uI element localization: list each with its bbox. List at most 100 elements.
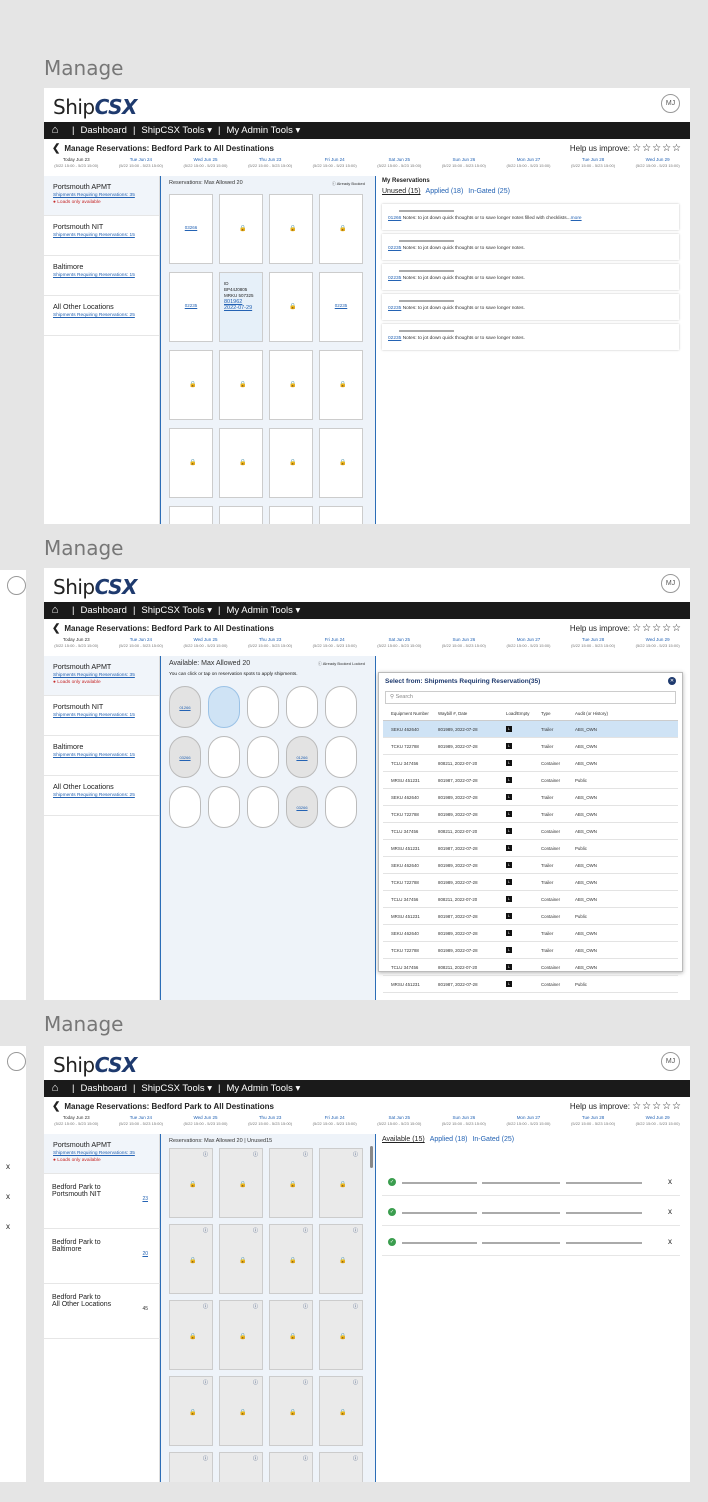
date-tab[interactable]: Wed Jun 25 (5/22 15:00 - 5/23 15:00) bbox=[173, 637, 238, 653]
nav-dashboard[interactable]: Dashboard bbox=[80, 122, 126, 139]
close-icon[interactable]: x bbox=[668, 1207, 672, 1216]
spot[interactable] bbox=[208, 786, 240, 828]
date-tab[interactable]: Wed Jun 25 (5/22 15:00 - 5/23 15:00) bbox=[173, 1115, 238, 1131]
close-icon[interactable]: x bbox=[6, 1192, 10, 1201]
reservation-slot[interactable]: ⓘ🔒 bbox=[169, 1452, 213, 1482]
reservation-slot[interactable]: 🔒 bbox=[319, 350, 363, 420]
location-item[interactable]: Portsmouth APMT Shipments Requiring Reser… bbox=[44, 656, 159, 696]
route-item[interactable]: Bedford Park to Portsmouth NIT 23 bbox=[44, 1174, 160, 1229]
star-rating[interactable]: ☆☆☆☆☆ bbox=[632, 143, 682, 154]
avatar[interactable]: MJ bbox=[661, 94, 680, 113]
home-icon[interactable]: ⌂ bbox=[44, 1080, 66, 1097]
avatar[interactable]: MJ bbox=[661, 1052, 680, 1071]
location-item[interactable]: Portsmouth NIT Shipments Requiring Reserv… bbox=[44, 696, 159, 736]
table-row[interactable]: TCLU 347456 808211, 2022-07-20 L Container A… bbox=[383, 755, 678, 772]
reservation-slot[interactable] bbox=[219, 506, 263, 524]
date-tab[interactable]: Sun Jun 26 (5/22 15:00 - 5/23 15:00) bbox=[432, 1115, 497, 1131]
available-row[interactable]: ✓ x bbox=[382, 1228, 680, 1256]
nav-shipcsx-tools[interactable]: ShipCSX Tools ▾ bbox=[141, 1080, 212, 1097]
date-tab[interactable]: Wed Jun 29 (5/22 15:00 - 5/23 15:00) bbox=[625, 1115, 690, 1131]
date-tab[interactable]: Mon Jun 27 (5/22 15:00 - 5/23 15:00) bbox=[496, 157, 561, 173]
date-tab[interactable]: Mon Jun 27 (5/22 15:00 - 5/23 15:00) bbox=[496, 637, 561, 653]
reservation-slot[interactable]: 🔒 bbox=[269, 350, 313, 420]
spot[interactable]: 03266 bbox=[286, 786, 318, 828]
tab-available[interactable]: Available (15) bbox=[382, 1136, 425, 1143]
table-row[interactable]: TCKU 722788 801989, 2022-07-28 L Trailer ABS… bbox=[383, 806, 678, 823]
reservation-slot[interactable]: 🔒 bbox=[319, 428, 363, 498]
shipcsx-logo[interactable]: ShipCSX bbox=[53, 1053, 137, 1077]
reservation-slot[interactable]: ⓘ🔒 bbox=[169, 1300, 213, 1370]
reservation-slot[interactable]: 03266 bbox=[169, 194, 213, 264]
table-row[interactable]: TCKU 722788 801989, 2022-07-28 L Trailer ABS… bbox=[383, 942, 678, 959]
tab-in-gated[interactable]: In-Gated (25) bbox=[472, 1136, 514, 1143]
avatar[interactable]: MJ bbox=[661, 574, 680, 593]
reservation-slot[interactable]: 02235 bbox=[169, 272, 213, 342]
date-tab[interactable]: Fri Jun 24 (5/22 15:00 - 5/23 15:00) bbox=[302, 1115, 367, 1131]
date-tab[interactable]: Tue Jun 28 (5/22 15:00 - 5/23 15:00) bbox=[561, 157, 626, 173]
star-rating[interactable]: ☆☆☆☆☆ bbox=[632, 623, 682, 634]
table-row[interactable]: TCLU 347456 808211, 2022-07-20 L Container A… bbox=[383, 891, 678, 908]
table-row[interactable]: MRSU 451231 801987, 2022-07-28 L Container P… bbox=[383, 772, 678, 789]
reservation-slot[interactable]: ⓘ🔒 bbox=[219, 1224, 263, 1294]
table-row[interactable]: TCLU 347456 808211, 2022-07-20 L Container A… bbox=[383, 959, 678, 976]
reservation-slot[interactable]: 🔒 bbox=[269, 428, 313, 498]
home-icon[interactable]: ⌂ bbox=[44, 602, 66, 619]
reservation-slot[interactable]: 🔒 bbox=[219, 350, 263, 420]
spot[interactable]: 01266 bbox=[169, 686, 201, 728]
table-row[interactable]: MRSU 451231 801987, 2022-07-28 L Container P… bbox=[383, 976, 678, 993]
table-row[interactable]: SEKU 462640 801989, 2022-07-28 L Trailer ABS… bbox=[383, 925, 678, 942]
table-row[interactable]: MRSU 451231 801987, 2022-07-28 L Container P… bbox=[383, 840, 678, 857]
tab-applied[interactable]: Applied (18) bbox=[426, 188, 464, 195]
date-tab[interactable]: Tue Jun 28 (5/22 15:00 - 5/23 15:00) bbox=[561, 637, 626, 653]
reservation-slot[interactable]: ⓘ🔒 bbox=[219, 1376, 263, 1446]
note-card[interactable]: 02235 Notes: to jot down quick thoughts … bbox=[382, 324, 679, 350]
reservation-slot[interactable] bbox=[269, 506, 313, 524]
spot[interactable] bbox=[325, 736, 357, 778]
reservation-slot[interactable]: ⓘ🔒 bbox=[319, 1452, 363, 1482]
reservation-slot[interactable] bbox=[319, 506, 363, 524]
location-item[interactable]: Portsmouth APMT Shipments Requiring Reser… bbox=[44, 1134, 159, 1174]
location-item[interactable]: Baltimore Shipments Requiring Reservation… bbox=[44, 736, 159, 776]
close-icon[interactable]: x bbox=[6, 1162, 10, 1171]
date-tab[interactable]: Fri Jun 24 (5/22 15:00 - 5/23 15:00) bbox=[302, 157, 367, 173]
reservation-slot[interactable]: ⓘ🔒 bbox=[269, 1376, 313, 1446]
date-tab[interactable]: Thu Jun 23 (5/22 15:00 - 5/23 15:00) bbox=[238, 637, 303, 653]
close-icon[interactable]: x bbox=[668, 1177, 672, 1186]
date-tab[interactable]: Tue Jun 28 (5/22 15:00 - 5/23 15:00) bbox=[561, 1115, 626, 1131]
reservation-slot[interactable]: ⓘ🔒 bbox=[169, 1376, 213, 1446]
location-item[interactable]: Baltimore Shipments Requiring Reservation… bbox=[44, 256, 159, 296]
date-tab[interactable]: Wed Jun 25 (5/22 15:00 - 5/23 15:00) bbox=[173, 157, 238, 173]
reservation-slot[interactable]: 02235 bbox=[319, 272, 363, 342]
table-row[interactable]: TCKU 722788 801989, 2022-07-28 L Trailer ABS… bbox=[383, 738, 678, 755]
search-input[interactable]: ⚲ Search bbox=[385, 691, 676, 704]
nav-dashboard[interactable]: Dashboard bbox=[80, 602, 126, 619]
date-tab[interactable]: Tue Jun 24 (5/22 15:00 - 5/23 15:00) bbox=[109, 637, 174, 653]
reservation-slot[interactable]: ⓘ🔒 bbox=[219, 1148, 263, 1218]
reservation-slot[interactable]: ⓘ🔒 bbox=[269, 1300, 313, 1370]
date-tab[interactable]: Fri Jun 24 (5/22 15:00 - 5/23 15:00) bbox=[302, 637, 367, 653]
date-tab[interactable]: Tue Jun 24 (5/22 15:00 - 5/23 15:00) bbox=[109, 1115, 174, 1131]
date-tab[interactable]: Today Jun 23 (5/22 15:00 - 5/23 15:00) bbox=[44, 157, 109, 173]
tab-applied[interactable]: Applied (18) bbox=[430, 1136, 468, 1143]
reservation-slot[interactable]: ⓘ🔒 bbox=[169, 1148, 213, 1218]
spot-selected[interactable] bbox=[208, 686, 240, 728]
nav-dashboard[interactable]: Dashboard bbox=[80, 1080, 126, 1097]
nav-admin-tools[interactable]: My Admin Tools ▾ bbox=[227, 1080, 301, 1097]
table-row[interactable]: SEKU 462640 801989, 2022-07-28 L Trailer ABS… bbox=[383, 721, 678, 738]
reservation-slot[interactable]: 🔒 bbox=[169, 350, 213, 420]
close-icon[interactable]: x bbox=[668, 1237, 672, 1246]
date-tab[interactable]: Wed Jun 29 (5/22 15:00 - 5/23 15:00) bbox=[625, 157, 690, 173]
route-item[interactable]: Bedford Park to Baltimore 20 bbox=[44, 1229, 160, 1284]
note-card[interactable]: 02235 Notes: to jot down quick thoughts … bbox=[382, 294, 679, 320]
date-tab[interactable]: Sat Jun 25 (5/22 15:00 - 5/23 15:00) bbox=[367, 637, 432, 653]
date-tab[interactable]: Sun Jun 26 (5/22 15:00 - 5/23 15:00) bbox=[432, 637, 497, 653]
spot[interactable]: 03266 bbox=[169, 736, 201, 778]
reservation-slot[interactable]: ⓘ🔒 bbox=[169, 1224, 213, 1294]
note-card[interactable]: 02235 Notes: to jot down quick thoughts … bbox=[382, 234, 679, 260]
reservation-slot[interactable] bbox=[169, 506, 213, 524]
nav-admin-tools[interactable]: My Admin Tools ▾ bbox=[227, 122, 301, 139]
spot[interactable] bbox=[208, 736, 240, 778]
table-row[interactable]: SEKU 462640 801989, 2022-07-28 L Trailer ABS… bbox=[383, 789, 678, 806]
location-item[interactable]: All Other Locations Shipments Requiring R… bbox=[44, 776, 159, 816]
scrollbar[interactable] bbox=[370, 1146, 373, 1168]
